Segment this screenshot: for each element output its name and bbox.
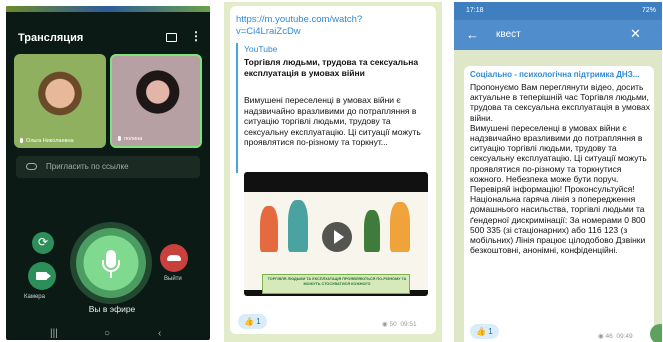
- eye-icon: ◉: [382, 321, 388, 328]
- call-title: Трансляция: [18, 32, 84, 44]
- preview-accent: [236, 43, 238, 173]
- thumbnail-caption-band: ТОРГІВЛЯ ЛЮДЬМИ ТА ЕКСПЛУАТАЦІЯ ПРОЯВЛЯЮ…: [262, 274, 410, 294]
- cast-icon[interactable]: [166, 33, 177, 42]
- nav-recents-button[interactable]: |||: [50, 328, 58, 339]
- nav-home-button[interactable]: ○: [104, 328, 110, 339]
- back-icon[interactable]: ←: [466, 27, 479, 42]
- camera-icon: [36, 272, 51, 280]
- leave-call-button[interactable]: [160, 244, 188, 272]
- more-icon[interactable]: ⋮: [190, 30, 202, 42]
- reaction-chip[interactable]: 👍 1: [238, 314, 267, 329]
- participant-name: Ольга Николаевна: [26, 138, 74, 144]
- live-status: Вы в эфире: [88, 304, 136, 314]
- link-icon: [26, 163, 37, 170]
- eye-icon: ◉: [598, 333, 604, 340]
- participant-name: полина: [124, 136, 143, 142]
- camera-label: Камера: [24, 294, 45, 300]
- video-thumbnail[interactable]: ТОРГІВЛЯ ЛЮДЬМИ ТА ЕКСПЛУАТАЦІЯ ПРОЯВЛЯЮ…: [244, 172, 428, 296]
- sender-name[interactable]: Соціально - психологічна підтримка ДНЗ..…: [470, 70, 650, 79]
- mic-icon: [118, 136, 121, 141]
- leave-label: Выйти: [164, 276, 182, 282]
- preview-source: YouTube: [244, 44, 278, 54]
- thumbs-up-icon: 👍: [244, 317, 254, 326]
- status-strip: [6, 6, 210, 12]
- thumbnail-caption: ТОРГІВЛЯ ЛЮДЬМИ ТА ЕКСПЛУАТАЦІЯ ПРОЯВЛЯЮ…: [267, 277, 407, 286]
- youtube-link[interactable]: https://m.youtube.com/watch?v=Ci4LraiZcD…: [236, 14, 426, 38]
- participant-tile[interactable]: Ольга Николаевна: [14, 54, 106, 148]
- mic-icon: [20, 138, 23, 143]
- search-query[interactable]: квест: [496, 29, 521, 40]
- video-call-screen: Трансляция ⋮ Ольга Николаевна полина При…: [6, 6, 210, 340]
- search-header: ← квест ✕: [454, 20, 662, 50]
- close-icon[interactable]: ✕: [630, 26, 641, 42]
- end-call-icon: [167, 255, 181, 261]
- play-icon[interactable]: [322, 222, 352, 252]
- preview-description: Вимушені переселенці в умовах війни є на…: [244, 95, 421, 147]
- chat-screen: https://m.youtube.com/watch?v=Ci4LraiZcD…: [224, 2, 442, 342]
- camera-button[interactable]: [28, 262, 56, 290]
- search-chat-screen: 17:18 72% ← квест ✕ Соціально - психолог…: [454, 2, 662, 342]
- invite-label: Пригласить по ссылке: [46, 162, 129, 171]
- thumbs-up-icon: 👍: [476, 327, 486, 336]
- microphone-button[interactable]: [76, 228, 146, 298]
- status-bar: 17:18 72%: [454, 2, 662, 20]
- message-meta: ◉ 46 09:49: [598, 333, 633, 340]
- nav-back-button[interactable]: ‹: [158, 328, 161, 339]
- preview-title: Торгівля людьми, трудова та сексуальна е…: [244, 57, 419, 78]
- flip-camera-button[interactable]: ⟳: [32, 232, 54, 254]
- flip-camera-icon: ⟳: [37, 235, 49, 249]
- participant-tile[interactable]: полина: [110, 54, 202, 148]
- reaction-chip[interactable]: 👍 1: [470, 324, 499, 339]
- status-time: 17:18: [466, 7, 484, 14]
- forward-button[interactable]: [650, 324, 662, 342]
- battery-level: 72%: [641, 7, 656, 14]
- message-meta: ◉ 50 09:51: [382, 321, 417, 328]
- invite-link-button[interactable]: Пригласить по ссылке: [16, 156, 200, 178]
- message-text: Пропонуємо Вам переглянути відео, досить…: [470, 82, 650, 256]
